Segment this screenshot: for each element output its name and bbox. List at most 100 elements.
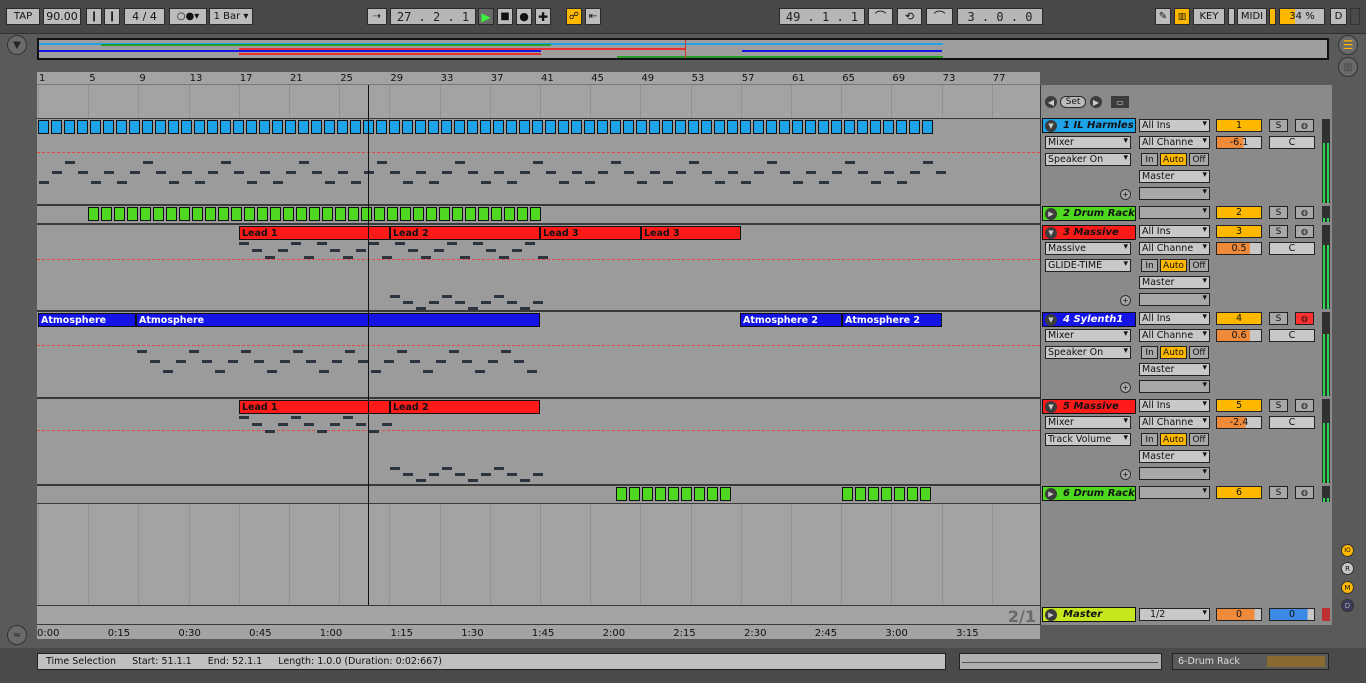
master-lane[interactable]: 2/1: [37, 605, 1040, 626]
fold-icon[interactable]: ▶: [1045, 207, 1057, 220]
clip-atmosphere-2a[interactable]: Atmosphere 2: [740, 313, 842, 327]
lock-envelopes-icon[interactable]: ▭: [1111, 96, 1129, 108]
set-locator-button[interactable]: Set: [1060, 96, 1086, 108]
track-header-1[interactable]: ▼ 1 IL Harmles: [1042, 118, 1136, 133]
fold-icon[interactable]: ▶: [1045, 608, 1057, 621]
arm-button-2[interactable]: ◍: [1295, 206, 1314, 219]
track-lane-2[interactable]: [37, 205, 1040, 224]
track-lane-6[interactable]: [37, 485, 1040, 504]
solo-button-1[interactable]: S: [1269, 119, 1288, 132]
fold-icon[interactable]: ▼: [1045, 313, 1057, 326]
punch-in-icon[interactable]: ⌒: [868, 8, 893, 25]
add-lane-icon[interactable]: +: [1120, 382, 1131, 393]
track-activator-3[interactable]: 3: [1216, 225, 1262, 238]
clip-atmosphere-b[interactable]: Atmosphere: [136, 313, 540, 327]
play-icon[interactable]: ▶: [478, 8, 494, 25]
track-activator-5[interactable]: 5: [1216, 399, 1262, 412]
track-lane-4[interactable]: Atmosphere Atmosphere Atmosphere 2 Atmos…: [37, 311, 1040, 398]
clip-drum-rack-6a[interactable]: [616, 487, 731, 501]
input-2[interactable]: [1139, 206, 1210, 219]
solo-button-4[interactable]: S: [1269, 312, 1288, 325]
io-toggle-icon[interactable]: IO: [1341, 544, 1354, 557]
loop-length-field[interactable]: 3 . 0 . 0: [957, 8, 1043, 25]
arm-button-1[interactable]: ◍: [1295, 119, 1314, 132]
tempo-field[interactable]: 90.00: [43, 8, 81, 25]
punch-out-icon[interactable]: ⌒: [926, 8, 953, 25]
input-type-4[interactable]: All Ins: [1139, 312, 1210, 325]
add-lane-icon[interactable]: +: [1120, 295, 1131, 306]
output-channel-3[interactable]: [1139, 293, 1210, 306]
track-header-2[interactable]: ▶ 2 Drum Rack: [1042, 206, 1136, 221]
output-channel-5[interactable]: [1139, 467, 1210, 480]
fold-icon[interactable]: ▼: [1045, 400, 1057, 413]
input-channel-3[interactable]: All Channe: [1139, 242, 1210, 255]
toggle-browser-icon[interactable]: ▼: [7, 35, 27, 55]
solo-button-2[interactable]: S: [1269, 206, 1288, 219]
master-output[interactable]: 1/2: [1139, 608, 1210, 621]
next-locator-icon[interactable]: ▶: [1090, 96, 1102, 108]
monitor-in-3[interactable]: In: [1141, 259, 1158, 272]
metronome-icon[interactable]: ○●▾: [169, 8, 207, 25]
automation-arm-icon[interactable]: ☍: [566, 8, 582, 25]
pan-3[interactable]: C: [1269, 242, 1315, 255]
track-lane-3[interactable]: Lead 1 Lead 2 Lead 3 Lead 3: [37, 224, 1040, 311]
output-channel-1[interactable]: [1139, 187, 1210, 200]
crossfader-toggle-icon[interactable]: D: [1341, 599, 1354, 612]
arm-button-5[interactable]: ◍: [1295, 399, 1314, 412]
input-channel-5[interactable]: All Channe: [1139, 416, 1210, 429]
previous-locator-icon[interactable]: ◀: [1045, 96, 1057, 108]
monitor-auto-1[interactable]: Auto: [1160, 153, 1187, 166]
midi-map-button[interactable]: MIDI: [1237, 8, 1267, 25]
record-icon[interactable]: ●: [516, 8, 532, 25]
input-type-5[interactable]: All Ins: [1139, 399, 1210, 412]
time-signature-field[interactable]: 4 / 4: [124, 8, 165, 25]
nudge-up-icon[interactable]: ❙❙❙: [104, 8, 120, 25]
pan-4[interactable]: C: [1269, 329, 1315, 342]
output-channel-4[interactable]: [1139, 380, 1210, 393]
bar-ruler[interactable]: 1 5 9 13 17 21 25 29 33 37 41 45 49 53 57 61 65 69 73 77: [37, 72, 1040, 85]
pan-1[interactable]: C: [1269, 136, 1315, 149]
clip-lead-3[interactable]: Lead 3: [540, 226, 641, 240]
back-to-arrangement-icon[interactable]: ⇤: [585, 8, 601, 25]
monitor-auto-4[interactable]: Auto: [1160, 346, 1187, 359]
fold-icon[interactable]: ▶: [1045, 487, 1057, 500]
playhead[interactable]: [368, 85, 369, 605]
quantize-menu[interactable]: 1 Bar ▾: [209, 8, 253, 25]
arrangement-view-icon[interactable]: ▥: [1338, 57, 1358, 77]
volume-3[interactable]: 0.5: [1216, 242, 1262, 255]
output-1[interactable]: Master: [1139, 170, 1210, 183]
clip-atmosphere-a[interactable]: Atmosphere: [38, 313, 136, 327]
clip-lead-2-t5[interactable]: Lead 2: [390, 400, 540, 414]
arrangement-position[interactable]: 27 . 2 . 1: [390, 8, 476, 25]
overview-toggle-icon[interactable]: ≈: [7, 625, 27, 645]
tap-tempo-button[interactable]: TAP: [6, 8, 40, 25]
volume-4[interactable]: 0.6: [1216, 329, 1262, 342]
clip-drum-rack-2[interactable]: [88, 207, 541, 221]
clip-il-harmless[interactable]: [38, 120, 933, 134]
track-lane-5[interactable]: Lead 1 Lead 2: [37, 398, 1040, 485]
key-map-button[interactable]: KEY: [1193, 8, 1225, 25]
add-lane-icon[interactable]: +: [1120, 189, 1131, 200]
device-chooser-5[interactable]: Mixer: [1045, 416, 1131, 429]
arrangement-overview[interactable]: [37, 38, 1329, 60]
track-header-master[interactable]: ▶ Master: [1042, 607, 1136, 622]
draw-mode-icon[interactable]: ✎: [1155, 8, 1171, 25]
param-chooser-4[interactable]: Speaker On: [1045, 346, 1131, 359]
device-chooser-3[interactable]: Massive: [1045, 242, 1131, 255]
clip-atmosphere-2b[interactable]: Atmosphere 2: [842, 313, 942, 327]
arm-button-3[interactable]: ◍: [1295, 225, 1314, 238]
monitor-in-5[interactable]: In: [1141, 433, 1158, 446]
param-chooser-5[interactable]: Track Volume: [1045, 433, 1131, 446]
track-header-6[interactable]: ▶ 6 Drum Rack: [1042, 486, 1136, 501]
returns-toggle-icon[interactable]: R: [1341, 562, 1354, 575]
track-header-5[interactable]: ▼ 5 Massive: [1042, 399, 1136, 414]
volume-1[interactable]: -6.1: [1216, 136, 1262, 149]
master-cue-volume[interactable]: 0: [1269, 608, 1315, 621]
solo-button-5[interactable]: S: [1269, 399, 1288, 412]
pan-5[interactable]: C: [1269, 416, 1315, 429]
clip-drum-rack-6b[interactable]: [842, 487, 931, 501]
output-3[interactable]: Master: [1139, 276, 1210, 289]
fold-icon[interactable]: ▼: [1045, 119, 1057, 132]
track-activator-1[interactable]: 1: [1216, 119, 1262, 132]
output-4[interactable]: Master: [1139, 363, 1210, 376]
